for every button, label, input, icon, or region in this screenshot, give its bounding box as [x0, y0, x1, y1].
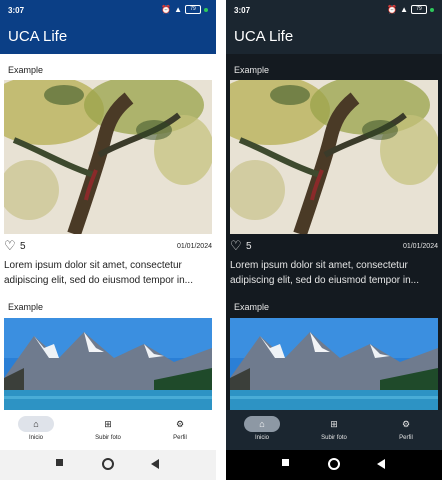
app-bar: UCA Life [0, 20, 216, 54]
nav-item-subir-foto[interactable]: ⊞ Subir foto [298, 416, 370, 448]
privacy-dot-icon [430, 7, 434, 12]
home-button[interactable] [102, 458, 114, 470]
post-photo-lake[interactable] [230, 318, 438, 410]
home-icon[interactable]: ⌂ [244, 416, 280, 432]
post-author: Example [234, 65, 270, 75]
battery-icon: 79 [411, 5, 427, 14]
add-photo-icon[interactable]: ⊞ [90, 416, 126, 432]
add-photo-icon[interactable]: ⊞ [316, 416, 352, 432]
app-title: UCA Life [234, 28, 294, 45]
privacy-dot-icon [204, 7, 208, 12]
system-navigation-bar [0, 450, 216, 480]
signal-icon: ▲ [400, 5, 408, 14]
battery-icon: 79 [185, 5, 201, 14]
phone-dark-theme: 3:07 ⏰ ▲ 79 UCA Life Example ♡ 5 01/01/2… [226, 0, 442, 480]
home-button[interactable] [328, 458, 340, 470]
heart-outline-icon[interactable]: ♡ [4, 239, 16, 253]
bottom-navigation: ⌂ Inicio ⊞ Subir foto ⚙ Perfil [0, 410, 216, 450]
post-meta: ♡ 5 01/01/2024 [4, 239, 212, 254]
post-photo-tree[interactable] [4, 80, 212, 234]
status-bar: 3:07 ⏰ ▲ 79 [226, 0, 442, 20]
status-time: 3:07 [234, 6, 251, 15]
settings-gear-icon[interactable]: ⚙ [162, 416, 198, 432]
post-photo-tree[interactable] [230, 80, 438, 234]
nav-label-inicio: Inicio [254, 435, 269, 441]
post-photo-lake[interactable] [4, 318, 212, 410]
system-navigation-bar [226, 450, 442, 480]
nav-label-subir-foto: Subir foto [321, 435, 347, 441]
back-button[interactable] [377, 459, 385, 469]
app-bar: UCA Life [226, 20, 442, 54]
alarm-icon: ⏰ [387, 5, 398, 14]
status-bar: 3:07 ⏰ ▲ 79 [0, 0, 216, 20]
post-date: 01/01/2024 [176, 243, 212, 250]
nav-item-inicio[interactable]: ⌂ Inicio [0, 416, 72, 448]
recents-button[interactable] [56, 459, 63, 466]
phone-light-theme: 3:07 ⏰ ▲ 79 UCA Life Example ♡ 5 01/01/2… [0, 0, 216, 480]
heart-outline-icon[interactable]: ♡ [230, 239, 242, 253]
nav-label-inicio: Inicio [28, 435, 43, 441]
signal-icon: ▲ [174, 5, 182, 14]
app-title: UCA Life [8, 28, 68, 45]
post-description: Lorem ipsum dolor sit amet, consectetur … [230, 258, 438, 288]
nav-item-perfil[interactable]: ⚙ Perfil [144, 416, 216, 448]
nav-item-inicio[interactable]: ⌂ Inicio [226, 416, 298, 448]
status-time: 3:07 [8, 6, 25, 15]
home-icon[interactable]: ⌂ [18, 416, 54, 432]
post-description-line: adipiscing elit, sed do eiusmod tempor i… [4, 275, 193, 286]
post-author: Example [8, 302, 44, 312]
nav-label-perfil: Perfil [173, 435, 187, 441]
back-button[interactable] [151, 459, 159, 469]
post-author: Example [8, 65, 44, 75]
nav-item-subir-foto[interactable]: ⊞ Subir foto [72, 416, 144, 448]
post-description-line: Lorem ipsum dolor sit amet, consectetur [230, 260, 408, 271]
post-author: Example [234, 302, 270, 312]
post-date: 01/01/2024 [402, 243, 438, 250]
like-count: 5 [20, 241, 26, 252]
post-meta: ♡ 5 01/01/2024 [230, 239, 438, 254]
nav-label-perfil: Perfil [399, 435, 413, 441]
nav-label-subir-foto: Subir foto [95, 435, 121, 441]
bottom-navigation: ⌂ Inicio ⊞ Subir foto ⚙ Perfil [226, 410, 442, 450]
recents-button[interactable] [282, 459, 289, 466]
post-description-line: Lorem ipsum dolor sit amet, consectetur [4, 260, 182, 271]
post-description-line: adipiscing elit, sed do eiusmod tempor i… [230, 275, 419, 286]
nav-item-perfil[interactable]: ⚙ Perfil [370, 416, 442, 448]
settings-gear-icon[interactable]: ⚙ [388, 416, 424, 432]
alarm-icon: ⏰ [161, 5, 172, 14]
post-description: Lorem ipsum dolor sit amet, consectetur … [4, 258, 212, 288]
like-count: 5 [246, 241, 252, 252]
